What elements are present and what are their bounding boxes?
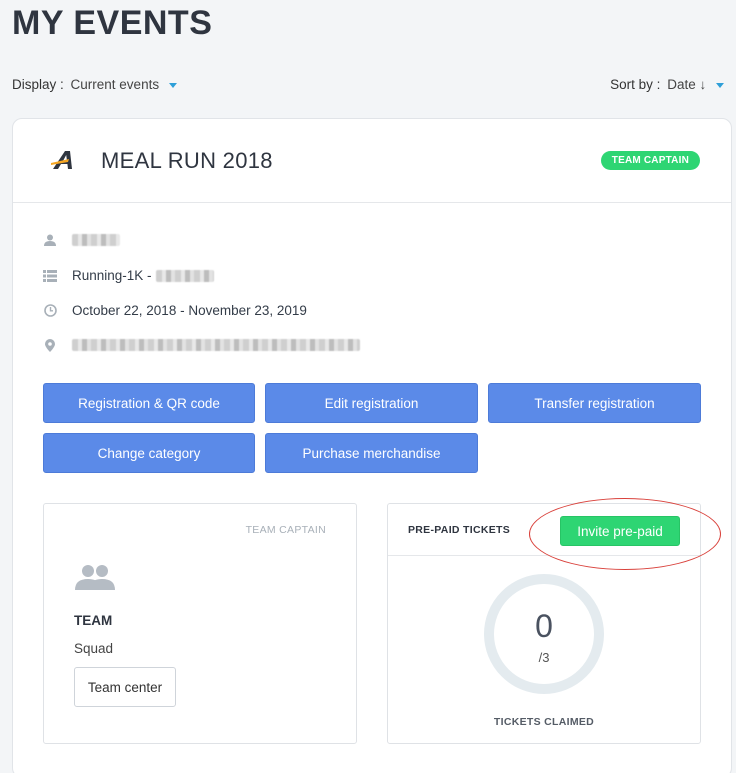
- event-logo-icon: [51, 151, 72, 169]
- page-title: MY EVENTS: [12, 4, 213, 42]
- tickets-claimed-label: TICKETS CLAIMED: [493, 716, 595, 728]
- highlight-annotation: [529, 498, 721, 570]
- team-panel: TEAM CAPTAIN TEAM Squad Team center: [43, 503, 357, 744]
- display-value[interactable]: Current events: [71, 77, 160, 92]
- tickets-total: /3: [538, 650, 550, 665]
- purchase-merchandise-button[interactable]: Purchase merchandise: [265, 433, 478, 473]
- location-redacted: [72, 339, 360, 351]
- event-card-header: MEAL RUN 2018 TEAM CAPTAIN: [13, 119, 731, 203]
- role-badge: TEAM CAPTAIN: [600, 151, 700, 170]
- tickets-claimed-count: 0: [535, 608, 553, 644]
- chevron-down-icon[interactable]: [168, 82, 177, 88]
- participant-name-redacted: [72, 234, 120, 246]
- change-category-button[interactable]: Change category: [43, 433, 255, 473]
- prepaid-tickets-header: PRE-PAID TICKETS Invite pre-paid: [388, 498, 721, 570]
- category-text: Running-1K -: [72, 268, 152, 283]
- category-detail-redacted: [155, 269, 214, 282]
- chevron-down-icon[interactable]: [716, 82, 724, 88]
- dates-row: October 22, 2018 - November 23, 2019: [43, 303, 307, 318]
- prepaid-tickets-panel: PRE-PAID TICKETS Invite pre-paid 0 /3 TI…: [387, 498, 721, 744]
- category-row: Running-1K -: [43, 268, 214, 283]
- event-title: MEAL RUN 2018: [101, 148, 273, 173]
- event-dates: October 22, 2018 - November 23, 2019: [72, 303, 307, 318]
- sort-filter[interactable]: Sort by : Date ↓: [610, 77, 724, 92]
- event-card: MEAL RUN 2018 TEAM CAPTAIN Running-1K - …: [12, 118, 732, 773]
- edit-registration-button[interactable]: Edit registration: [265, 383, 478, 423]
- sort-value[interactable]: Date ↓: [667, 77, 706, 92]
- list-icon: [43, 269, 57, 283]
- user-icon: [43, 233, 57, 247]
- sort-label: Sort by :: [610, 77, 661, 92]
- prepaid-tickets-title: PRE-PAID TICKETS: [408, 524, 511, 536]
- map-pin-icon: [43, 338, 57, 352]
- display-filter[interactable]: Display : Current events: [12, 77, 177, 92]
- team-label: TEAM: [74, 613, 113, 628]
- team-name: Squad: [74, 641, 114, 656]
- users-icon: [75, 565, 115, 590]
- participant-row: [43, 233, 120, 247]
- registration-qr-button[interactable]: Registration & QR code: [43, 383, 255, 423]
- team-role-label: TEAM CAPTAIN: [245, 524, 326, 536]
- display-label: Display :: [12, 77, 64, 92]
- clock-icon: [43, 304, 57, 318]
- team-center-button[interactable]: Team center: [74, 667, 176, 707]
- transfer-registration-button[interactable]: Transfer registration: [488, 383, 701, 423]
- location-row: [43, 338, 360, 352]
